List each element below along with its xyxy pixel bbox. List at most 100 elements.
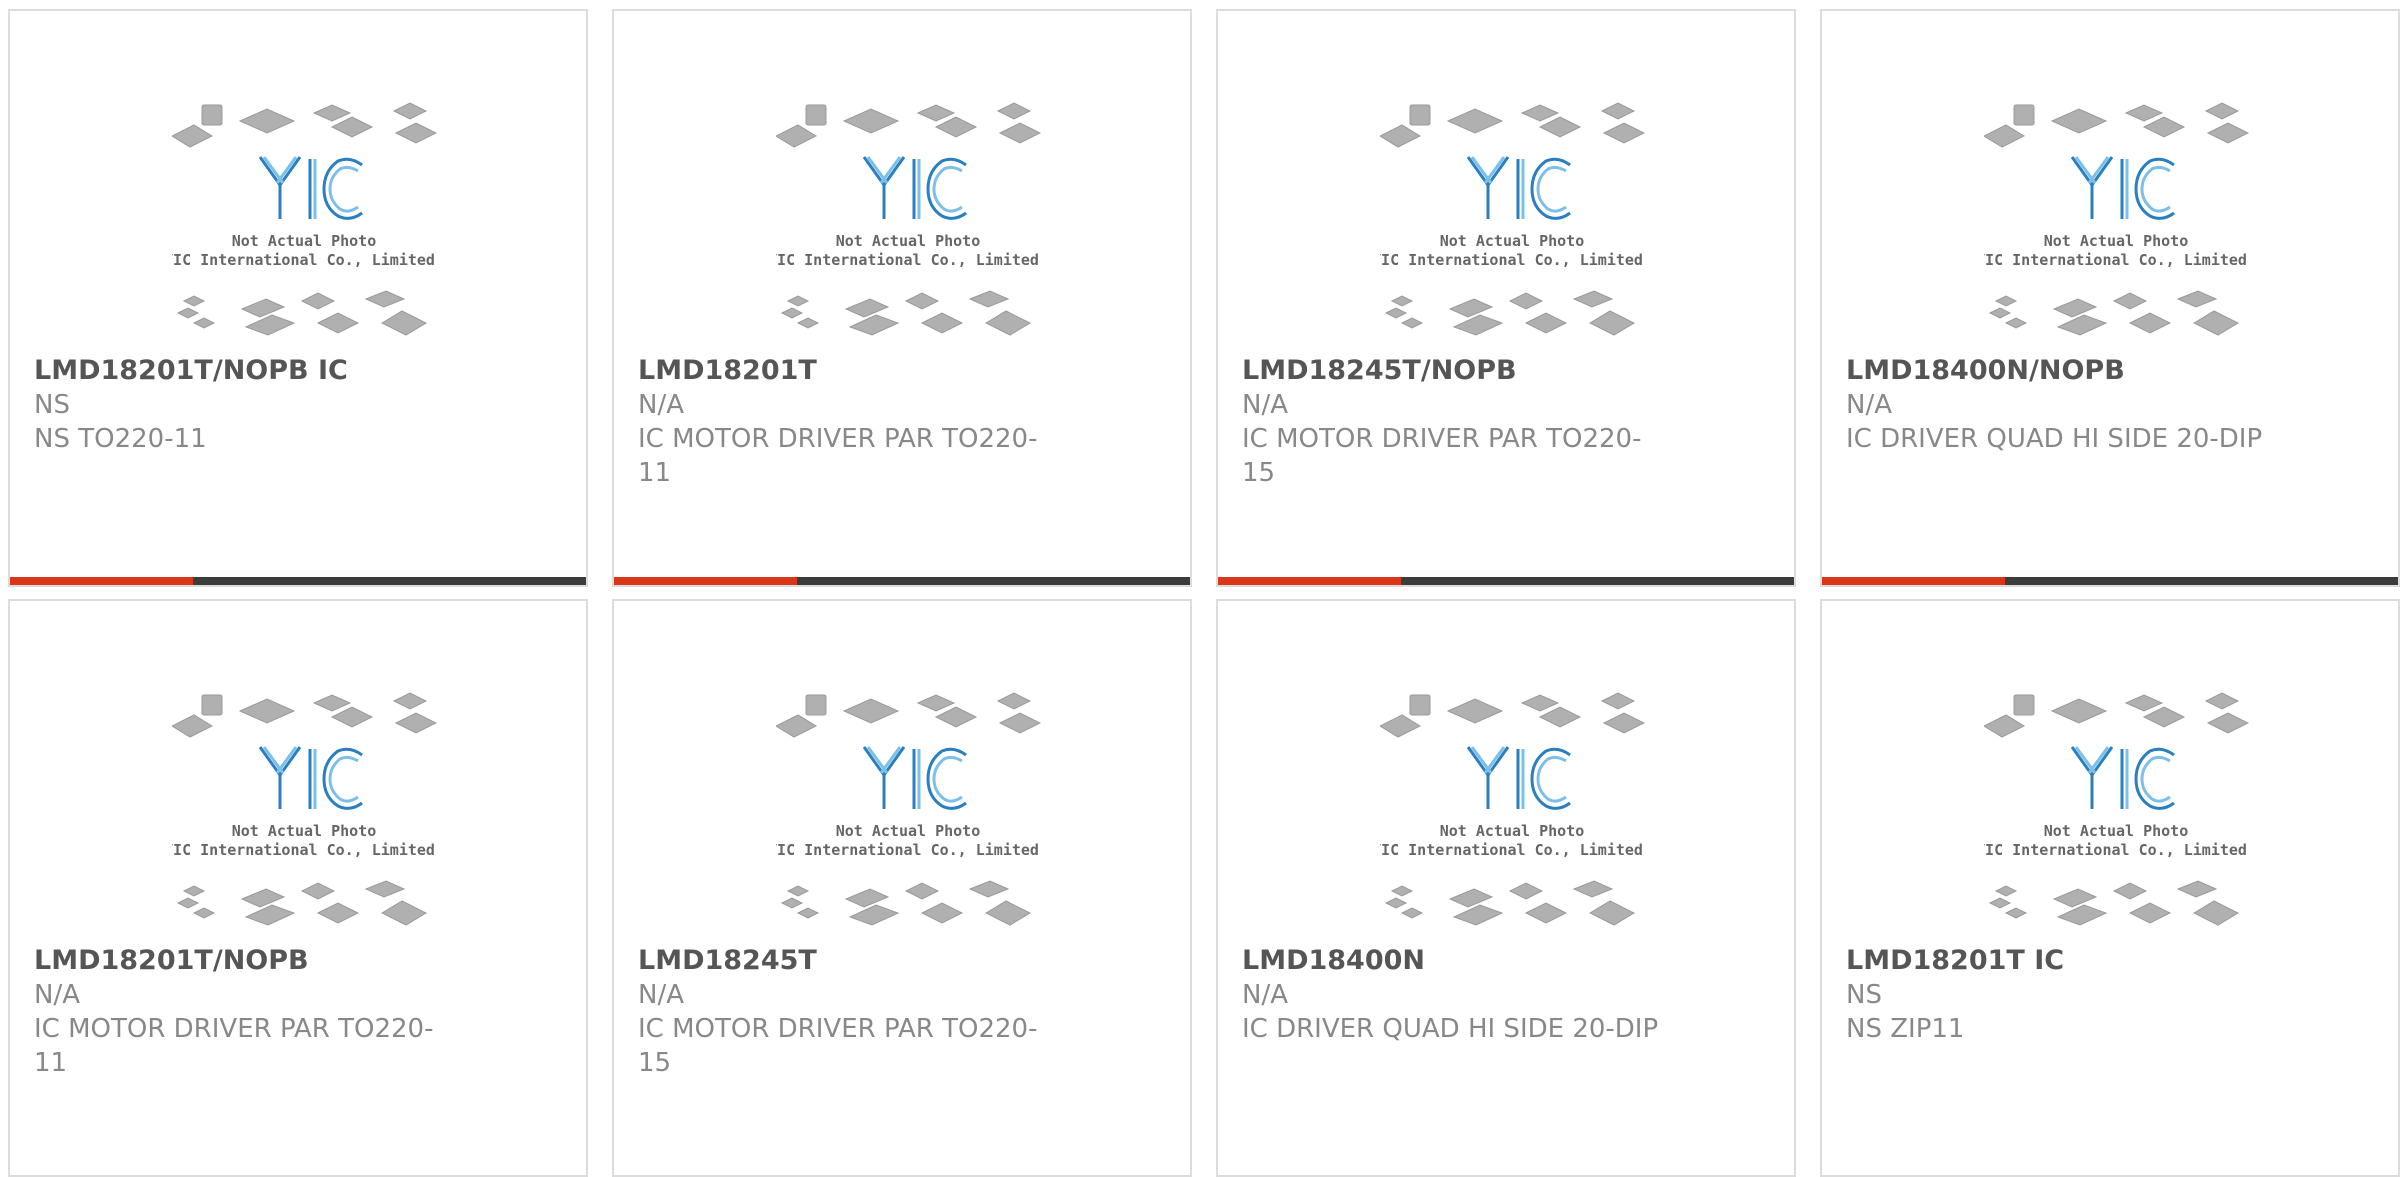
description-line: IC MOTOR DRIVER PAR TO220-	[34, 1014, 434, 1044]
part-number[interactable]: LMD18201T/NOPB	[34, 944, 454, 978]
description-line: NS TO220-11	[34, 424, 207, 454]
card-bar-accent	[1822, 577, 2005, 585]
product-info: LMD18201T IC NS NS ZIP11	[1846, 944, 2266, 1046]
card-bar-accent	[614, 577, 797, 585]
chip-icons-bottom	[176, 880, 428, 926]
chip-icons-top	[172, 102, 437, 148]
description-line: 11	[34, 1048, 68, 1078]
manufacturer: N/A	[1242, 390, 1288, 420]
product-placeholder-image[interactable]: Not Actual Photo YIC International Co., …	[1984, 691, 2249, 934]
description-line: IC MOTOR DRIVER PAR TO220-	[1242, 424, 1642, 454]
placeholder-line1: Not Actual Photo	[1440, 232, 1585, 250]
description-line: 11	[638, 458, 672, 488]
product-info: LMD18201T N/A IC MOTOR DRIVER PAR TO220-…	[638, 354, 1058, 490]
chip-icons-top	[172, 692, 437, 738]
placeholder-line1: Not Actual Photo	[232, 822, 377, 840]
card-bar-accent	[1218, 577, 1401, 585]
chip-icons-bottom	[1384, 880, 1636, 926]
product-card[interactable]: Not Actual Photo YIC International Co., …	[1820, 599, 2400, 1177]
part-number[interactable]: LMD18245T	[638, 944, 1058, 978]
chip-icons-bottom	[1988, 290, 2240, 336]
yic-logo	[1466, 746, 1571, 810]
chip-icons-top	[1380, 102, 1645, 148]
chip-icons-bottom	[1384, 290, 1636, 336]
product-placeholder-image[interactable]: Not Actual Photo YIC International Co., …	[1380, 691, 1645, 934]
card-bottom-bar	[10, 577, 586, 585]
card-bottom-bar	[1218, 577, 1794, 585]
card-bottom-bar	[1822, 577, 2398, 585]
product-placeholder-image[interactable]: Not Actual Photo YIC International Co., …	[172, 101, 437, 344]
description-line: 15	[638, 1048, 672, 1078]
description: NS TO220-11	[34, 422, 454, 456]
part-number[interactable]: LMD18201T	[638, 354, 1058, 388]
yic-logo	[258, 156, 363, 220]
product-card[interactable]: Not Actual Photo YIC International Co., …	[1820, 9, 2400, 587]
yic-logo	[862, 156, 967, 220]
placeholder-line2: YIC International Co., Limited.	[1380, 841, 1645, 859]
chip-icons-top	[1984, 692, 2249, 738]
product-card[interactable]: Not Actual Photo YIC International Co., …	[612, 599, 1192, 1177]
description: IC DRIVER QUAD HI SIDE 20-DIP	[1242, 1012, 1662, 1046]
chip-icons-bottom	[1988, 880, 2240, 926]
product-card[interactable]: Not Actual Photo YIC International Co., …	[8, 9, 588, 587]
description: IC MOTOR DRIVER PAR TO220- 15	[1242, 422, 1662, 490]
yic-logo	[1466, 156, 1571, 220]
product-placeholder-image[interactable]: Not Actual Photo YIC International Co., …	[776, 101, 1041, 344]
chip-icons-top	[776, 692, 1041, 738]
part-number[interactable]: LMD18201T IC	[1846, 944, 2266, 978]
yic-logo	[2070, 156, 2175, 220]
part-number[interactable]: LMD18400N	[1242, 944, 1662, 978]
manufacturer: N/A	[638, 980, 684, 1010]
description: IC MOTOR DRIVER PAR TO220- 11	[638, 422, 1058, 490]
chip-icons-bottom	[780, 290, 1032, 336]
manufacturer: N/A	[1846, 390, 1892, 420]
description: IC MOTOR DRIVER PAR TO220- 11	[34, 1012, 454, 1080]
product-info: LMD18400N N/A IC DRIVER QUAD HI SIDE 20-…	[1242, 944, 1662, 1046]
yic-logo	[258, 746, 363, 810]
description-line: 15	[1242, 458, 1276, 488]
placeholder-line1: Not Actual Photo	[232, 232, 377, 250]
chip-icons-top	[776, 102, 1041, 148]
chip-icons-bottom	[780, 880, 1032, 926]
placeholder-line2: YIC International Co., Limited.	[1984, 841, 2249, 859]
part-number[interactable]: LMD18201T/NOPB IC	[34, 354, 454, 388]
product-card[interactable]: Not Actual Photo YIC International Co., …	[1216, 9, 1796, 587]
placeholder-line1: Not Actual Photo	[836, 232, 981, 250]
description-line: IC MOTOR DRIVER PAR TO220-	[638, 424, 1038, 454]
placeholder-line2: YIC International Co., Limited.	[776, 251, 1041, 269]
part-number[interactable]: LMD18400N/NOPB	[1846, 354, 2266, 388]
product-placeholder-image[interactable]: Not Actual Photo YIC International Co., …	[1984, 101, 2249, 344]
product-info: LMD18245T/NOPB N/A IC MOTOR DRIVER PAR T…	[1242, 354, 1662, 490]
yic-logo	[2070, 746, 2175, 810]
description-line: NS ZIP11	[1846, 1014, 1965, 1044]
description-line: IC DRIVER QUAD HI SIDE 20-DIP	[1846, 424, 2263, 454]
placeholder-line2: YIC International Co., Limited.	[1380, 251, 1645, 269]
product-grid: Not Actual Photo YIC International Co., …	[8, 9, 2400, 1177]
product-info: LMD18201T/NOPB N/A IC MOTOR DRIVER PAR T…	[34, 944, 454, 1080]
product-placeholder-image[interactable]: Not Actual Photo YIC International Co., …	[172, 691, 437, 934]
part-number[interactable]: LMD18245T/NOPB	[1242, 354, 1662, 388]
placeholder-line1: Not Actual Photo	[836, 822, 981, 840]
product-placeholder-image[interactable]: Not Actual Photo YIC International Co., …	[1380, 101, 1645, 344]
manufacturer: NS	[1846, 980, 1882, 1010]
placeholder-line1: Not Actual Photo	[2044, 822, 2189, 840]
placeholder-line2: YIC International Co., Limited.	[172, 841, 437, 859]
product-card[interactable]: Not Actual Photo YIC International Co., …	[612, 9, 1192, 587]
product-card[interactable]: Not Actual Photo YIC International Co., …	[1216, 599, 1796, 1177]
description: IC MOTOR DRIVER PAR TO220- 15	[638, 1012, 1058, 1080]
product-card[interactable]: Not Actual Photo YIC International Co., …	[8, 599, 588, 1177]
manufacturer: N/A	[1242, 980, 1288, 1010]
placeholder-line1: Not Actual Photo	[1440, 822, 1585, 840]
product-placeholder-image[interactable]: Not Actual Photo YIC International Co., …	[776, 691, 1041, 934]
description: IC DRIVER QUAD HI SIDE 20-DIP	[1846, 422, 2266, 456]
manufacturer: N/A	[638, 390, 684, 420]
manufacturer: NS	[34, 390, 70, 420]
chip-icons-bottom	[176, 290, 428, 336]
placeholder-line2: YIC International Co., Limited.	[172, 251, 437, 269]
card-bottom-bar	[614, 577, 1190, 585]
chip-icons-top	[1380, 692, 1645, 738]
placeholder-line1: Not Actual Photo	[2044, 232, 2189, 250]
manufacturer: N/A	[34, 980, 80, 1010]
description: NS ZIP11	[1846, 1012, 2266, 1046]
description-line: IC MOTOR DRIVER PAR TO220-	[638, 1014, 1038, 1044]
